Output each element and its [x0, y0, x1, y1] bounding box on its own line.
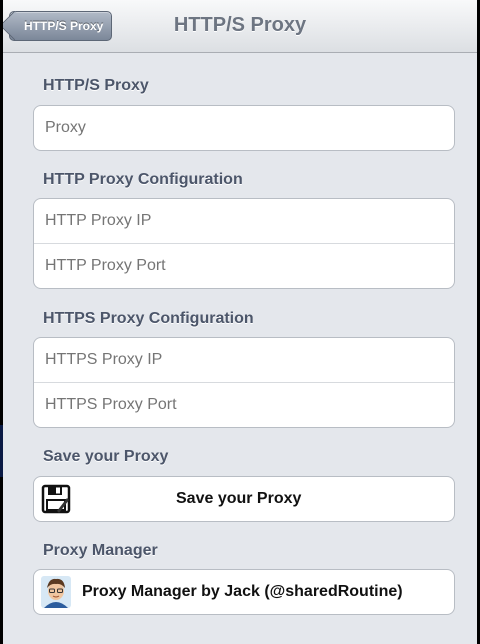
http-proxy-ip-input[interactable]	[34, 199, 454, 243]
https-proxy-port-input[interactable]	[34, 382, 454, 426]
https-proxy-ip-input[interactable]	[34, 338, 454, 382]
navigation-bar: HTTP/S Proxy HTTP/S Proxy	[3, 0, 477, 53]
http-proxy-group	[33, 198, 455, 289]
save-group: Save your Proxy	[33, 476, 455, 522]
section-label-https: HTTPS Proxy Configuration	[43, 310, 254, 327]
section-label-manager: Proxy Manager	[43, 542, 158, 559]
proxy-input[interactable]	[34, 106, 454, 150]
floppy-disk-icon	[41, 484, 71, 514]
proxy-group	[33, 105, 455, 151]
http-proxy-port-input[interactable]	[34, 243, 454, 287]
https-proxy-group	[33, 337, 455, 428]
avatar-icon	[41, 576, 71, 608]
section-label-http: HTTP Proxy Configuration	[43, 171, 243, 188]
manager-group: Proxy Manager by Jack (@sharedRoutine)	[33, 569, 455, 615]
proxy-manager-label: Proxy Manager by Jack (@sharedRoutine)	[82, 583, 403, 600]
proxy-manager-button[interactable]: Proxy Manager by Jack (@sharedRoutine)	[34, 570, 454, 614]
screen: HTTP/S Proxy HTTP/S Proxy HTTP/S Proxy H…	[3, 0, 477, 644]
back-button-label: HTTP/S Proxy	[24, 19, 104, 33]
save-proxy-label: Save your Proxy	[176, 490, 302, 507]
section-label-proxy: HTTP/S Proxy	[43, 77, 149, 94]
save-proxy-button[interactable]: Save your Proxy	[34, 477, 454, 521]
section-label-save: Save your Proxy	[43, 448, 169, 465]
